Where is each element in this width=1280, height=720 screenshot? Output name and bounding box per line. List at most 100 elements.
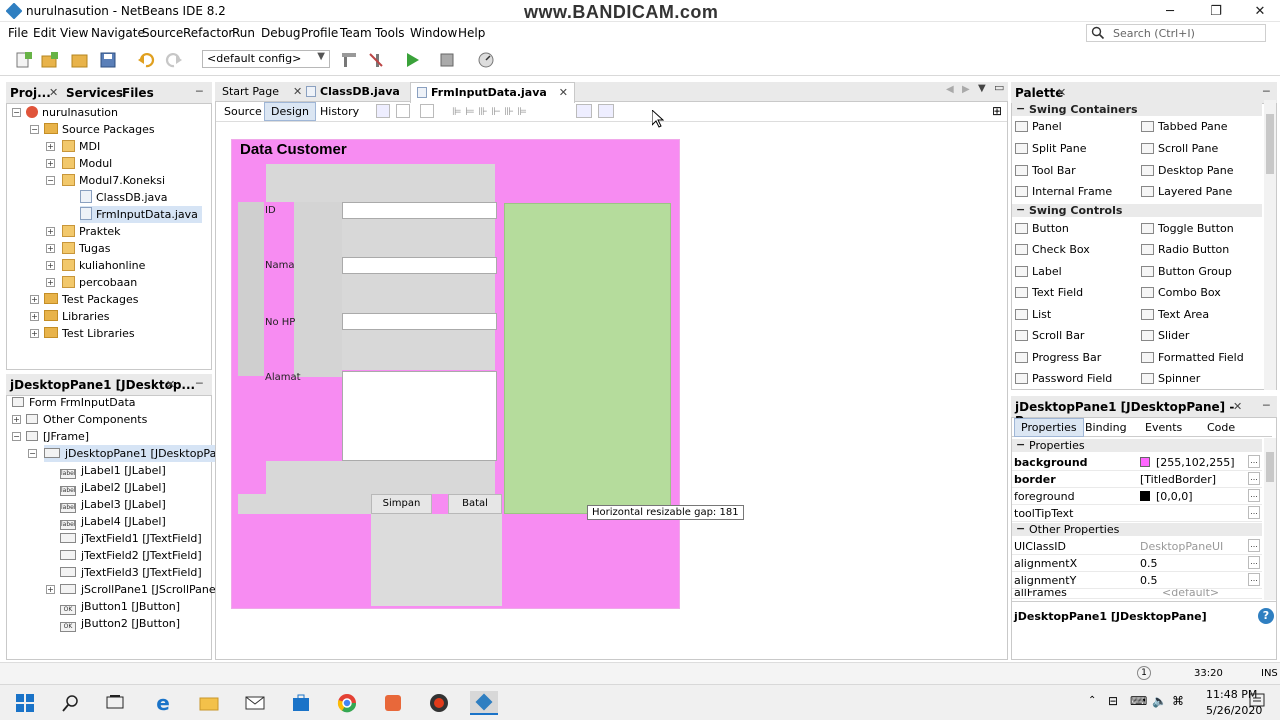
- tab-classdb[interactable]: ClassDB.java✕: [300, 82, 427, 102]
- tree-item-source-packages[interactable]: Source Packages: [44, 121, 155, 138]
- menu-edit[interactable]: Edit: [33, 26, 56, 40]
- tree-item-package[interactable]: Tugas: [62, 240, 110, 257]
- menu-refactor[interactable]: Refactor: [183, 26, 233, 40]
- expand-icon[interactable]: +: [46, 244, 55, 253]
- tree-item-package[interactable]: Praktek: [62, 223, 121, 240]
- preview-design-icon[interactable]: [420, 104, 434, 118]
- tree-item-test-packages[interactable]: Test Packages: [44, 291, 138, 308]
- palette-item-scroll-pane[interactable]: Scroll Pane: [1141, 142, 1218, 155]
- menu-team[interactable]: Team: [340, 26, 372, 40]
- add-icon[interactable]: ⊞: [992, 104, 1002, 118]
- tree-item-package[interactable]: kuliahonline: [62, 257, 145, 274]
- design-view-button[interactable]: Design: [264, 102, 316, 121]
- source-view-button[interactable]: Source: [224, 105, 262, 118]
- scrollbar-thumb[interactable]: [1266, 114, 1274, 174]
- expand-icon[interactable]: +: [46, 142, 55, 151]
- palette-section-header[interactable]: − Swing Controls: [1012, 203, 1262, 217]
- tree-item-component[interactable]: OK jButton1 [JButton]: [60, 598, 180, 615]
- build-icon[interactable]: [340, 51, 360, 69]
- palette-item-text-area[interactable]: Text Area: [1141, 308, 1209, 321]
- history-view-button[interactable]: History: [320, 105, 359, 118]
- palette-item-button-group[interactable]: Button Group: [1141, 265, 1232, 278]
- tab-binding[interactable]: Binding: [1085, 421, 1127, 434]
- collapse-icon[interactable]: −: [12, 108, 21, 117]
- property-row[interactable]: border [TitledBorder] ...: [1012, 471, 1262, 488]
- task-view-icon[interactable]: [102, 691, 128, 715]
- menu-navigate[interactable]: Navigate: [91, 26, 145, 40]
- tree-item-package[interactable]: MDI: [62, 138, 100, 155]
- label-nohp[interactable]: No HP: [265, 317, 295, 328]
- tab-code[interactable]: Code: [1207, 421, 1235, 434]
- selection-mode-icon[interactable]: [376, 104, 390, 118]
- expand-icon[interactable]: +: [46, 585, 55, 594]
- palette-scrollbar[interactable]: [1264, 100, 1276, 390]
- save-all-icon[interactable]: [98, 51, 118, 69]
- maximize-editor-icon[interactable]: ▭: [994, 81, 1004, 94]
- tree-item-form[interactable]: Form FrmInputData: [12, 394, 136, 411]
- label-id[interactable]: ID: [265, 205, 276, 216]
- collapse-icon[interactable]: −: [30, 125, 39, 134]
- app-icon[interactable]: [380, 691, 406, 715]
- ellipsis-button[interactable]: ...: [1248, 489, 1260, 502]
- property-row[interactable]: UIClassID DesktopPaneUI ...: [1012, 538, 1262, 555]
- label-nama[interactable]: Nama: [265, 260, 294, 271]
- minimize-panel-icon[interactable]: ─: [196, 85, 203, 98]
- new-project-icon[interactable]: [40, 51, 60, 69]
- search-icon[interactable]: [58, 691, 84, 715]
- tab-files[interactable]: Files: [122, 86, 154, 100]
- palette-item-internal-frame[interactable]: Internal Frame: [1015, 185, 1112, 198]
- simpan-button[interactable]: Simpan: [371, 494, 432, 514]
- connection-mode-icon[interactable]: [396, 104, 410, 118]
- alamat-textarea[interactable]: [342, 371, 497, 461]
- minimize-panel-icon[interactable]: ─: [1263, 399, 1270, 412]
- tree-item-component[interactable]: label jLabel2 [JLabel]: [60, 479, 166, 496]
- tree-item-package[interactable]: percobaan: [62, 274, 137, 291]
- close-icon[interactable]: ✕: [49, 86, 58, 99]
- expand-icon[interactable]: +: [46, 159, 55, 168]
- tab-services[interactable]: Services: [66, 86, 123, 100]
- profile-icon[interactable]: [476, 51, 496, 69]
- redo-icon[interactable]: [164, 51, 184, 69]
- close-icon[interactable]: ✕: [559, 86, 568, 99]
- tree-item-test-libraries[interactable]: Test Libraries: [44, 325, 135, 342]
- properties-scrollbar[interactable]: [1264, 438, 1276, 600]
- search-input[interactable]: Search (Ctrl+I): [1086, 24, 1266, 42]
- tree-item-component[interactable]: jTextField3 [JTextField]: [60, 564, 202, 581]
- palette-item-check-box[interactable]: Check Box: [1015, 243, 1090, 256]
- palette-section-header[interactable]: − Swing Containers: [1012, 102, 1262, 116]
- menu-profile[interactable]: Profile: [301, 26, 338, 40]
- tab-list-icon[interactable]: ▼: [978, 83, 986, 94]
- ellipsis-button[interactable]: ...: [1248, 573, 1260, 586]
- windows-start-icon[interactable]: [12, 691, 38, 715]
- menu-file[interactable]: File: [8, 26, 28, 40]
- expand-icon[interactable]: +: [46, 261, 55, 270]
- palette-item-combo-box[interactable]: Combo Box: [1141, 286, 1221, 299]
- chrome-icon[interactable]: [334, 691, 360, 715]
- palette-item-slider[interactable]: Slider: [1141, 329, 1189, 342]
- mail-icon[interactable]: [242, 691, 268, 715]
- config-select[interactable]: <default config> ▼: [202, 50, 330, 68]
- close-button[interactable]: ✕: [1238, 0, 1280, 22]
- palette-item-radio-button[interactable]: Radio Button: [1141, 243, 1229, 256]
- palette-item-split-pane[interactable]: Split Pane: [1015, 142, 1087, 155]
- id-field[interactable]: [342, 202, 497, 219]
- new-file-icon[interactable]: [14, 51, 34, 69]
- action-center-icon[interactable]: [1248, 692, 1266, 710]
- collapse-icon[interactable]: −: [12, 432, 21, 441]
- tab-events[interactable]: Events: [1145, 421, 1182, 434]
- property-row[interactable]: background [255,102,255] ...: [1012, 454, 1262, 471]
- tree-item-project[interactable]: nurulnasution: [26, 104, 118, 121]
- tree-item-libraries[interactable]: Libraries: [44, 308, 110, 325]
- property-row[interactable]: alignmentY 0.5 ...: [1012, 572, 1262, 589]
- menu-source[interactable]: Source: [142, 26, 183, 40]
- scrollbar-thumb[interactable]: [1266, 452, 1274, 482]
- clean-build-icon[interactable]: [368, 51, 388, 69]
- collapse-icon[interactable]: −: [28, 449, 37, 458]
- palette-item-layered-pane[interactable]: Layered Pane: [1141, 185, 1232, 198]
- tab-frminputdata[interactable]: FrmInputData.java ✕: [410, 82, 576, 103]
- minimize-button[interactable]: ─: [1148, 0, 1192, 22]
- tab-start-page[interactable]: Start Page ✕: [216, 82, 308, 102]
- palette-item-list[interactable]: List: [1015, 308, 1051, 321]
- palette-item-text-field[interactable]: Text Field: [1015, 286, 1083, 299]
- tree-item-desktop-pane-selected[interactable]: jDesktopPane1 [JDesktopPane]: [44, 445, 239, 462]
